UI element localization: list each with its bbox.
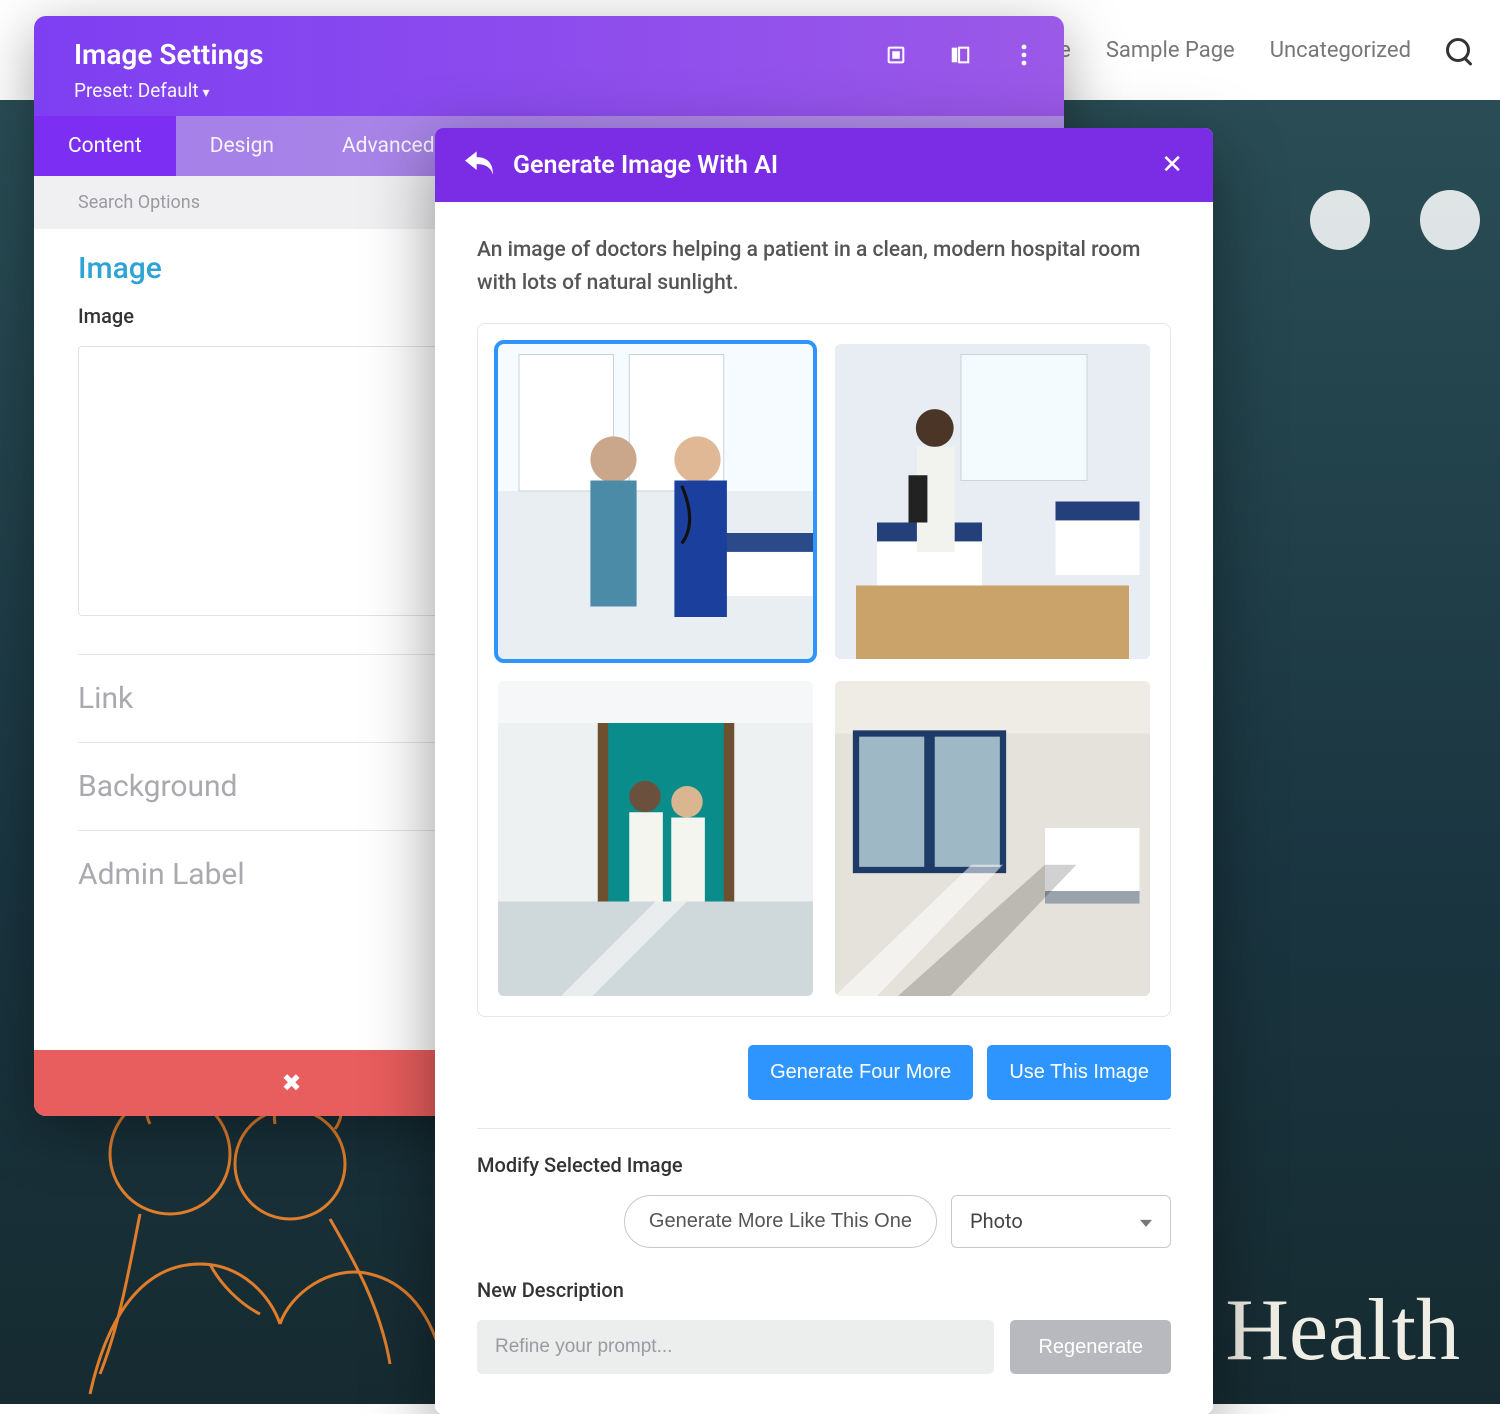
preset-label: Preset: Default xyxy=(74,79,199,102)
style-select[interactable]: Photo xyxy=(951,1195,1171,1248)
chevron-down-icon: ▾ xyxy=(203,85,210,101)
close-icon: ✖ xyxy=(281,1069,301,1097)
regenerate-button[interactable]: Regenerate xyxy=(1010,1320,1171,1374)
hero-title-fragment: i Health xyxy=(1179,1280,1460,1381)
hero-circle[interactable] xyxy=(1420,190,1480,250)
ai-result-thumb[interactable] xyxy=(498,681,813,996)
ai-modal-title: Generate Image With AI xyxy=(513,151,778,180)
more-menu-icon[interactable] xyxy=(1012,43,1036,67)
columns-icon[interactable] xyxy=(948,43,972,67)
generate-four-more-button[interactable]: Generate Four More xyxy=(748,1045,973,1100)
tab-content[interactable]: Content xyxy=(34,116,176,176)
back-icon[interactable] xyxy=(465,151,493,179)
new-description-label: New Description xyxy=(477,1278,1171,1302)
ai-modal-header: Generate Image With AI ✕ xyxy=(435,128,1213,202)
generate-more-like-this-button[interactable]: Generate More Like This One xyxy=(624,1195,937,1248)
settings-header: Image Settings Preset: Default▾ xyxy=(34,16,1064,116)
preset-selector[interactable]: Preset: Default▾ xyxy=(74,79,1036,102)
refine-row: Regenerate xyxy=(477,1320,1171,1374)
ai-results-grid xyxy=(477,323,1171,1017)
generate-image-ai-modal: Generate Image With AI ✕ An image of doc… xyxy=(435,128,1213,1414)
use-this-image-button[interactable]: Use This Image xyxy=(987,1045,1171,1100)
settings-title: Image Settings xyxy=(74,38,264,71)
nav-link-sample-page[interactable]: Sample Page xyxy=(1106,38,1235,63)
tab-design[interactable]: Design xyxy=(176,116,308,176)
nav-link-uncategorized[interactable]: Uncategorized xyxy=(1270,38,1411,63)
hero-circle-buttons xyxy=(1310,190,1480,250)
hero-circle[interactable] xyxy=(1310,190,1370,250)
modify-actions: Generate More Like This One Photo xyxy=(477,1195,1171,1248)
ai-result-thumb[interactable] xyxy=(835,344,1150,659)
refine-prompt-input[interactable] xyxy=(477,1320,994,1374)
ai-prompt-text: An image of doctors helping a patient in… xyxy=(477,234,1171,299)
expand-icon[interactable] xyxy=(884,43,908,67)
ai-result-thumb[interactable] xyxy=(498,344,813,659)
site-search-icon[interactable] xyxy=(1446,38,1470,62)
close-icon[interactable]: ✕ xyxy=(1161,150,1183,180)
modify-selected-label: Modify Selected Image xyxy=(477,1153,1171,1177)
ai-result-thumb[interactable] xyxy=(835,681,1150,996)
ai-primary-actions: Generate Four More Use This Image xyxy=(477,1045,1171,1129)
ai-modal-body: An image of doctors helping a patient in… xyxy=(435,202,1213,1414)
